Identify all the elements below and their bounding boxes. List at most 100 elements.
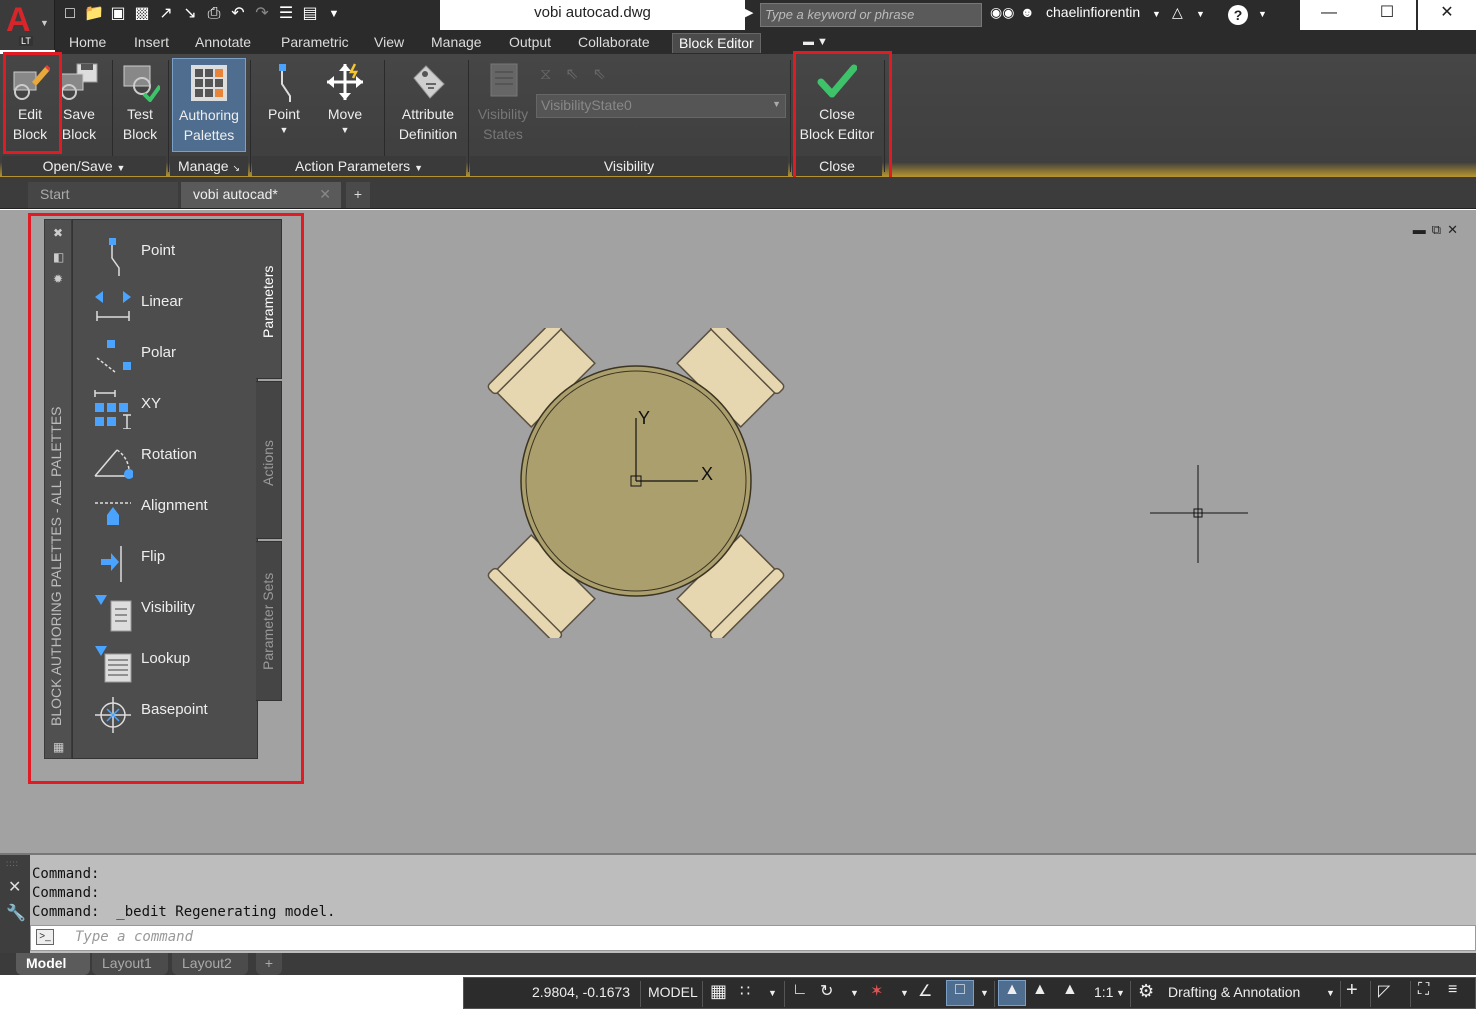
tab-collaborate[interactable]: Collaborate — [572, 33, 656, 53]
redo-icon[interactable]: ↷ — [252, 4, 272, 24]
application-menu-button[interactable]: A LT ▼ — [0, 0, 55, 50]
authoring-palettes-label-1: Authoring — [179, 107, 239, 123]
panel-manage[interactable]: Manage ↘ — [170, 156, 248, 176]
visibility-state-select[interactable]: VisibilityState0 ▼ — [536, 94, 786, 118]
command-history-line: Command: — [32, 866, 100, 882]
snap-dropdown-icon[interactable]: ▼ — [768, 988, 777, 998]
command-prompt-icon[interactable]: >_ — [36, 929, 54, 945]
tab-current-drawing[interactable]: vobi autocad* ✕ — [181, 182, 341, 208]
tab-output[interactable]: Output — [503, 33, 557, 53]
test-block-button[interactable]: Test Block — [116, 62, 164, 144]
undo-icon[interactable]: ↶ — [228, 4, 248, 24]
new-tab-button[interactable]: + — [346, 182, 370, 208]
command-close-icon[interactable]: ✕ — [8, 877, 21, 897]
export-icon[interactable]: ↘ — [180, 4, 200, 24]
plus-icon[interactable]: + — [1346, 979, 1358, 1002]
maximize-button[interactable]: ☐ — [1358, 0, 1416, 30]
help-dropdown-icon[interactable]: ▼ — [1258, 9, 1267, 19]
workspace-dropdown-icon[interactable]: ▼ — [1326, 988, 1335, 998]
annotation-scale-value[interactable]: 1:1 — [1094, 984, 1113, 1000]
isolate-objects-icon[interactable]: ◸ — [1378, 981, 1390, 1001]
panel-open-save[interactable]: Open/Save ▼ — [2, 156, 166, 176]
status-separator — [1340, 981, 1341, 1007]
new-icon[interactable]: □ — [60, 4, 80, 24]
close-tab-icon[interactable]: ✕ — [319, 182, 331, 206]
open-icon[interactable]: 📁 — [84, 4, 104, 24]
isometric-dropdown-icon[interactable]: ▼ — [900, 988, 909, 998]
move-action-button[interactable]: Move ▼ — [322, 62, 368, 136]
workspace-switch[interactable]: Drafting & Annotation — [1168, 984, 1300, 1000]
object-snap-icon[interactable]: □ — [946, 980, 974, 1006]
search-expand-icon[interactable]: ▶ — [745, 6, 753, 19]
tab-manage[interactable]: Manage — [425, 33, 488, 53]
object-snap-tracking-icon[interactable]: ∠ — [918, 981, 932, 1001]
attribute-definition-button[interactable]: Attribute Definition — [392, 62, 464, 144]
dialog-launcher-icon: ↘ — [232, 163, 241, 173]
viewport-close-icon[interactable]: ✕ — [1447, 222, 1464, 237]
snap-icon[interactable]: ∷ — [740, 981, 750, 1001]
visibility-states-icon — [490, 63, 518, 97]
save-as-icon[interactable]: ▩ — [132, 4, 152, 24]
customize-qat-icon[interactable]: ▼ — [324, 4, 344, 24]
minimize-button[interactable]: — — [1300, 0, 1358, 30]
tab-parametric[interactable]: Parametric — [275, 33, 355, 53]
layers-icon[interactable]: ▤ — [300, 4, 320, 24]
polar-dropdown-icon[interactable]: ▼ — [850, 988, 859, 998]
viewport-restore-icon[interactable]: ⧉ — [1432, 222, 1447, 237]
tab-model[interactable]: Model — [16, 953, 90, 975]
add-layout-button[interactable]: + — [256, 953, 282, 975]
user-dropdown-icon[interactable]: ▼ — [1152, 9, 1161, 19]
highlight-close-block-editor — [793, 51, 892, 185]
auto-scale-icon[interactable]: ▲ — [1032, 981, 1048, 999]
grid-icon[interactable]: ▦ — [710, 981, 727, 1002]
tab-start[interactable]: Start — [28, 182, 178, 208]
print-icon[interactable]: ⎙ — [204, 4, 224, 24]
viewport-minimize-icon[interactable]: ▬ — [1413, 222, 1432, 237]
customize-menu-icon[interactable]: ≡ — [1448, 981, 1457, 999]
save-icon[interactable]: ▣ — [108, 4, 128, 24]
binoculars-icon[interactable]: ◉◉ — [990, 4, 1014, 21]
object-snap-dropdown-icon[interactable]: ▼ — [980, 988, 989, 998]
user-icon[interactable]: ☻ — [1020, 4, 1035, 20]
search-input[interactable]: Type a keyword or phrase — [760, 3, 982, 27]
panel-action-parameters[interactable]: Action Parameters ▼ — [252, 156, 466, 176]
command-window-grip[interactable]: :::: ✕ 🔧 — [0, 855, 30, 955]
tab-block-editor[interactable]: Block Editor — [672, 33, 761, 53]
model-space-button[interactable]: MODEL — [648, 984, 698, 1000]
help-icon[interactable]: ? — [1228, 5, 1248, 25]
properties-icon[interactable]: ☰ — [276, 4, 296, 24]
status-separator — [784, 981, 785, 1007]
command-input[interactable]: Type a command — [30, 925, 1476, 951]
tab-layout1[interactable]: Layout1 — [92, 953, 168, 975]
point-dropdown-icon[interactable]: ▼ — [262, 124, 306, 136]
isometric-icon[interactable]: ✶ — [870, 981, 883, 1001]
close-window-button[interactable]: ✕ — [1418, 0, 1476, 30]
ribbon-minimize-icon[interactable]: ▬ ▼ — [797, 33, 834, 53]
drag-grip-icon[interactable]: :::: — [6, 859, 19, 868]
wrench-icon[interactable]: 🔧 — [6, 903, 26, 923]
coordinates-readout[interactable]: 2.9804, -0.1673 — [532, 984, 630, 1000]
document-title: vobi autocad.dwg — [440, 0, 745, 30]
a360-dropdown-icon[interactable]: ▼ — [1196, 9, 1205, 19]
tab-home[interactable]: Home — [63, 33, 112, 53]
tab-annotate[interactable]: Annotate — [189, 33, 257, 53]
visibility-states-button[interactable]: Visibility States — [474, 62, 532, 144]
gear-icon[interactable]: ⚙ — [1138, 981, 1154, 1002]
table-block-drawing[interactable]: Y X — [486, 328, 786, 638]
import-icon[interactable]: ↗ — [156, 4, 176, 24]
fullscreen-icon[interactable]: ⛶ — [1418, 981, 1429, 999]
annotation-visibility-icon[interactable]: ▲ — [998, 980, 1026, 1006]
tab-layout2[interactable]: Layout2 — [172, 953, 248, 975]
tab-insert[interactable]: Insert — [128, 33, 175, 53]
tab-view[interactable]: View — [368, 33, 410, 53]
move-dropdown-icon[interactable]: ▼ — [322, 124, 368, 136]
scale-dropdown-icon[interactable]: ▼ — [1116, 988, 1125, 998]
a360-icon[interactable]: △ — [1172, 4, 1183, 21]
save-block-button[interactable]: Save Block — [58, 62, 100, 144]
point-parameter-button[interactable]: Point ▼ — [262, 62, 306, 136]
username[interactable]: chaelinfiorentin — [1046, 4, 1140, 20]
annotation-scale-icon[interactable]: ▲ — [1062, 981, 1078, 999]
ortho-icon[interactable]: ∟ — [792, 981, 808, 999]
polar-tracking-icon[interactable]: ↻ — [820, 981, 833, 1001]
authoring-palettes-button[interactable]: Authoring Palettes — [172, 58, 246, 152]
